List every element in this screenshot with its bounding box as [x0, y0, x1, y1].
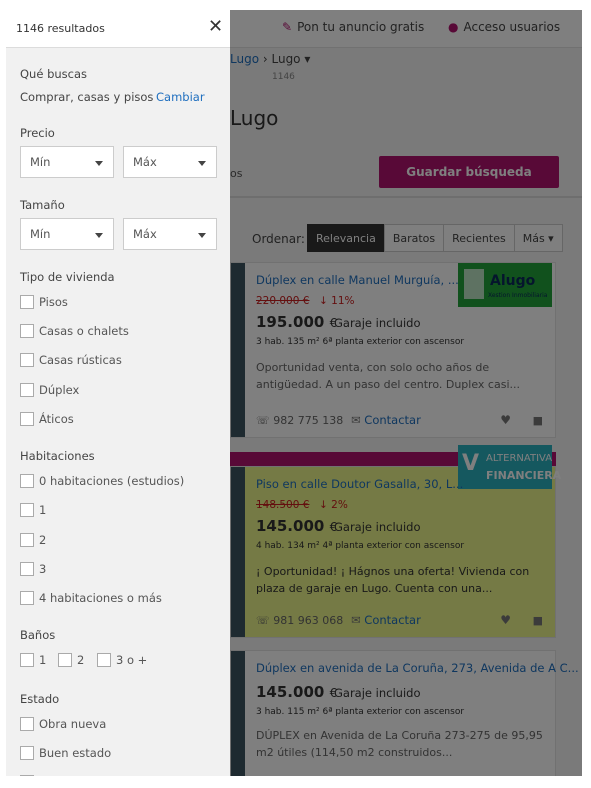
state-option[interactable]: Buen estado: [39, 746, 111, 760]
type-option[interactable]: Áticos: [39, 412, 74, 426]
type-label: Tipo de vivienda: [20, 270, 115, 284]
chevron-down-icon: [95, 161, 103, 166]
state-option[interactable]: Obra nueva: [39, 717, 106, 731]
type-option[interactable]: Pisos: [39, 295, 68, 309]
what-label: Qué buscas: [20, 67, 88, 81]
checkbox-rooms-1[interactable]: [20, 503, 34, 517]
checkbox-new[interactable]: [20, 717, 34, 731]
baths-option[interactable]: 1: [39, 653, 46, 667]
size-max-select[interactable]: Máx: [123, 218, 217, 250]
checkbox-rooms-2[interactable]: [20, 533, 34, 547]
rooms-option[interactable]: 3: [39, 562, 46, 576]
close-icon[interactable]: ✕: [208, 16, 223, 37]
what-value: Comprar, casas y pisos: [20, 90, 154, 104]
price-label: Precio: [20, 126, 55, 140]
type-option[interactable]: Casas rústicas: [39, 353, 122, 367]
checkbox-rooms-0[interactable]: [20, 474, 34, 488]
checkbox-rusticas[interactable]: [20, 353, 34, 367]
results-count: 1146 resultados: [16, 22, 105, 35]
listing-page: ✎Pon tu anuncio gratis ●Acceso usuarios …: [6, 10, 582, 776]
baths-label: Baños: [20, 628, 56, 642]
price-min-select[interactable]: Mín: [20, 146, 114, 178]
size-min-select[interactable]: Mín: [20, 218, 114, 250]
chevron-down-icon: [198, 233, 206, 238]
filter-header: 1146 resultados ✕: [6, 10, 230, 48]
checkbox-good[interactable]: [20, 746, 34, 760]
rooms-option[interactable]: 0 habitaciones (estudios): [39, 474, 184, 488]
chevron-down-icon: [198, 161, 206, 166]
checkbox-casas[interactable]: [20, 324, 34, 338]
rooms-option[interactable]: 2: [39, 533, 46, 547]
rooms-option[interactable]: 4 habitaciones o más: [39, 591, 162, 605]
checkbox-rooms-3[interactable]: [20, 562, 34, 576]
state-label: Estado: [20, 692, 60, 706]
size-label: Tamaño: [20, 198, 65, 212]
type-option[interactable]: Dúplex: [39, 383, 79, 397]
change-link[interactable]: Cambiar: [156, 90, 205, 104]
chevron-down-icon: [95, 233, 103, 238]
checkbox-pisos[interactable]: [20, 295, 34, 309]
baths-option[interactable]: 2: [77, 653, 84, 667]
filter-panel: 1146 resultados ✕ Qué buscas Comprar, ca…: [6, 10, 230, 776]
checkbox-more[interactable]: [20, 775, 34, 776]
price-max-select[interactable]: Máx: [123, 146, 217, 178]
checkbox-duplex[interactable]: [20, 383, 34, 397]
baths-option[interactable]: 3 o +: [116, 653, 147, 667]
checkbox-baths-3[interactable]: [97, 653, 111, 667]
checkbox-rooms-4[interactable]: [20, 591, 34, 605]
type-option[interactable]: Casas o chalets: [39, 324, 129, 338]
checkbox-baths-1[interactable]: [20, 653, 34, 667]
checkbox-aticos[interactable]: [20, 412, 34, 426]
rooms-label: Habitaciones: [20, 449, 95, 463]
rooms-option[interactable]: 1: [39, 503, 46, 517]
checkbox-baths-2[interactable]: [58, 653, 72, 667]
